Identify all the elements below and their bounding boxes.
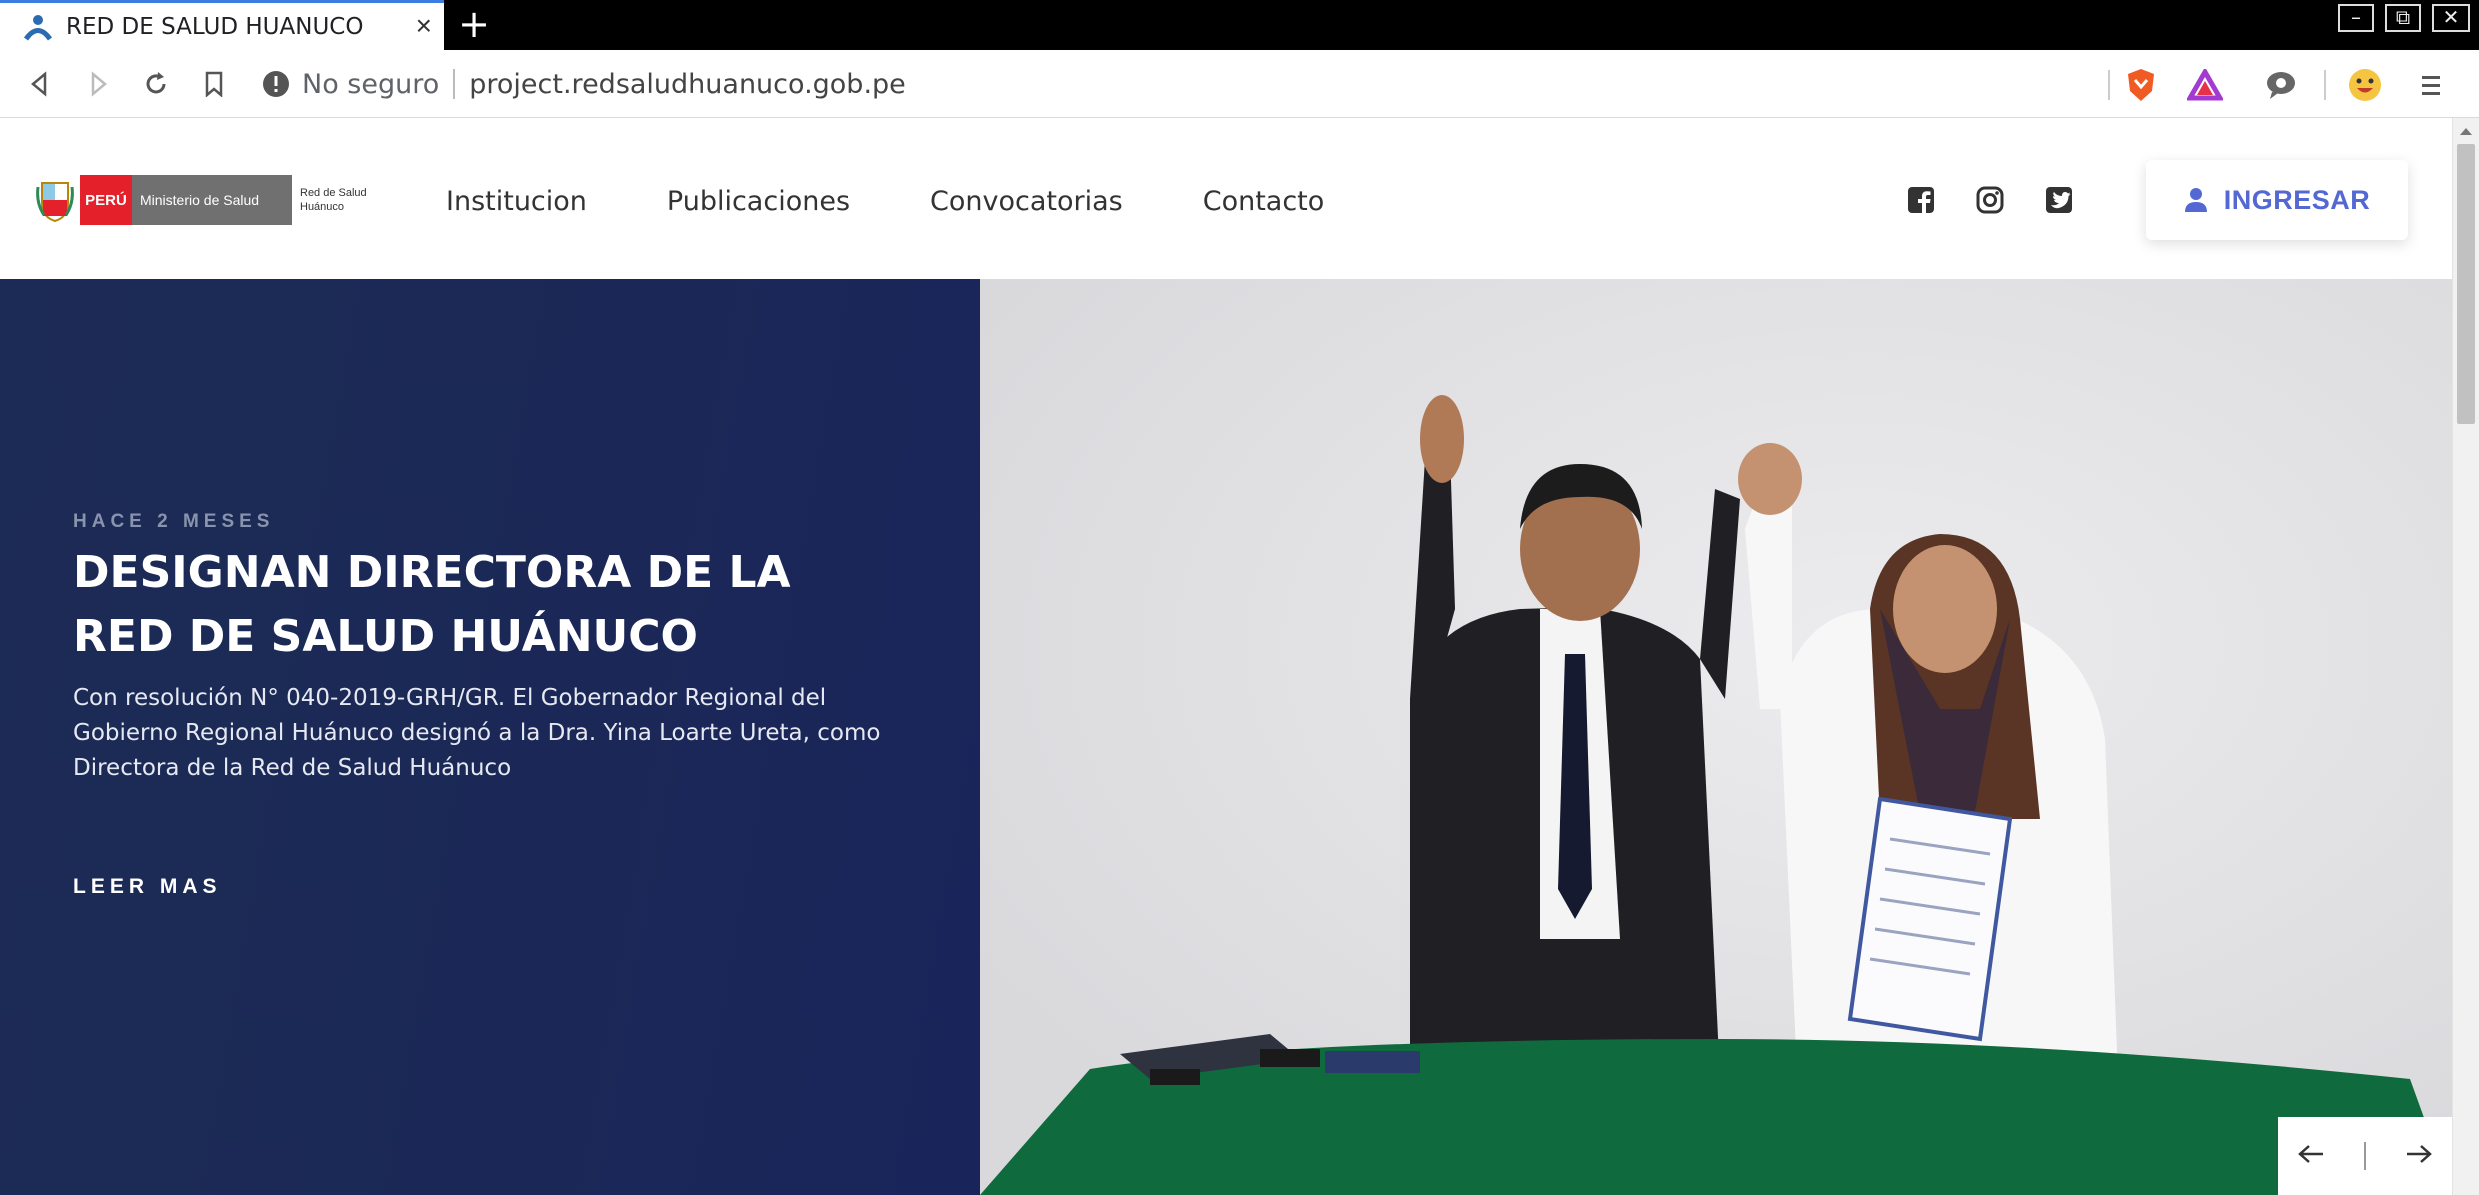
browser-tab[interactable]: RED DE SALUD HUANUCO × — [0, 0, 444, 50]
hero-photo — [980, 279, 2452, 1195]
url-divider — [453, 69, 456, 99]
reload-icon — [146, 72, 166, 94]
scrollbar-thumb[interactable] — [2457, 144, 2475, 424]
security-indicator[interactable]: No seguro project.redsaludhuanuco.gob.pe — [262, 66, 906, 102]
arrow-right-icon — [2406, 1144, 2432, 1163]
hero-title[interactable]: DESIGNAN DIRECTORA DE LA RED DE SALUD HU… — [73, 541, 893, 669]
site-header: PERÚ Ministerio de Salud Red de Salud Hu… — [0, 118, 2452, 279]
speech-icon[interactable] — [2260, 64, 2302, 106]
close-window-button[interactable]: ✕ — [2432, 4, 2470, 32]
arrow-left-icon — [2298, 1144, 2324, 1163]
profile-avatar-icon[interactable] — [2344, 64, 2386, 106]
bookmark-icon — [205, 71, 223, 97]
logo-ministry-label: Ministerio de Salud — [132, 175, 292, 225]
twitter-icon[interactable] — [2043, 184, 2075, 216]
toolbar-divider — [2108, 70, 2110, 100]
security-label: No seguro — [302, 68, 440, 100]
restore-button[interactable]: ⧉ — [2385, 4, 2421, 32]
bookmark-button[interactable] — [194, 64, 234, 104]
slider-controls — [2278, 1117, 2452, 1195]
nav-convocatorias[interactable]: Convocatorias — [930, 186, 1123, 217]
hero-description: Con resolución N° 040-2019-GRH/GR. El Go… — [73, 685, 881, 781]
forward-button[interactable] — [78, 64, 118, 104]
hero-text-panel: HACE 2 MESES DESIGNAN DIRECTORA DE LA RE… — [0, 279, 980, 1195]
new-tab-button[interactable]: + — [452, 2, 496, 46]
login-label: INGRESAR — [2223, 184, 2371, 215]
hero-timestamp: HACE 2 MESES — [73, 511, 275, 532]
logo-red-label: Red de Salud Huánuco — [300, 187, 367, 213]
back-icon — [31, 71, 47, 97]
back-button[interactable] — [20, 64, 60, 104]
page-scrollbar[interactable] — [2452, 118, 2479, 1195]
forward-icon — [91, 71, 107, 97]
facebook-icon[interactable] — [1905, 184, 1937, 216]
previous-slide-button[interactable] — [2297, 1143, 2325, 1170]
minimize-button[interactable]: – — [2338, 4, 2374, 32]
login-button[interactable]: INGRESAR — [2146, 160, 2408, 240]
read-more-link[interactable]: LEER MAS — [73, 875, 222, 899]
scroll-up-arrow-icon[interactable] — [2453, 126, 2479, 146]
user-icon — [2184, 188, 2207, 212]
next-slide-button[interactable] — [2405, 1143, 2433, 1170]
nav-institucion[interactable]: Institucion — [446, 186, 587, 217]
brave-rewards-icon[interactable] — [2184, 64, 2226, 106]
address-bar: No seguro project.redsaludhuanuco.gob.pe — [0, 50, 2479, 118]
brave-shield-icon[interactable] — [2120, 64, 2162, 106]
nav-contacto[interactable]: Contacto — [1203, 186, 1325, 217]
instagram-icon[interactable] — [1974, 184, 2006, 216]
reload-button[interactable] — [136, 64, 176, 104]
site-favicon-icon — [18, 7, 58, 47]
logo-peru-label: PERÚ — [80, 175, 132, 225]
ceremony-photo-image — [980, 279, 2452, 1195]
slider-divider — [2363, 1142, 2366, 1170]
main-nav: Institucion Publicaciones Convocatorias … — [446, 186, 1404, 217]
browser-tab-bar: RED DE SALUD HUANUCO × + – ⧉ ✕ — [0, 0, 2479, 50]
peru-coat-of-arms-icon — [36, 182, 74, 223]
toolbar-divider — [2324, 70, 2326, 100]
url-field[interactable]: project.redsaludhuanuco.gob.pe — [469, 69, 906, 100]
site-logo[interactable]: PERÚ Ministerio de Salud Red de Salud Hu… — [36, 174, 380, 226]
menu-icon[interactable] — [2410, 64, 2452, 106]
warning-info-icon — [263, 71, 289, 97]
tab-close-icon[interactable]: × — [416, 11, 432, 41]
nav-publicaciones[interactable]: Publicaciones — [667, 186, 850, 217]
tab-title: RED DE SALUD HUANUCO — [66, 13, 364, 40]
